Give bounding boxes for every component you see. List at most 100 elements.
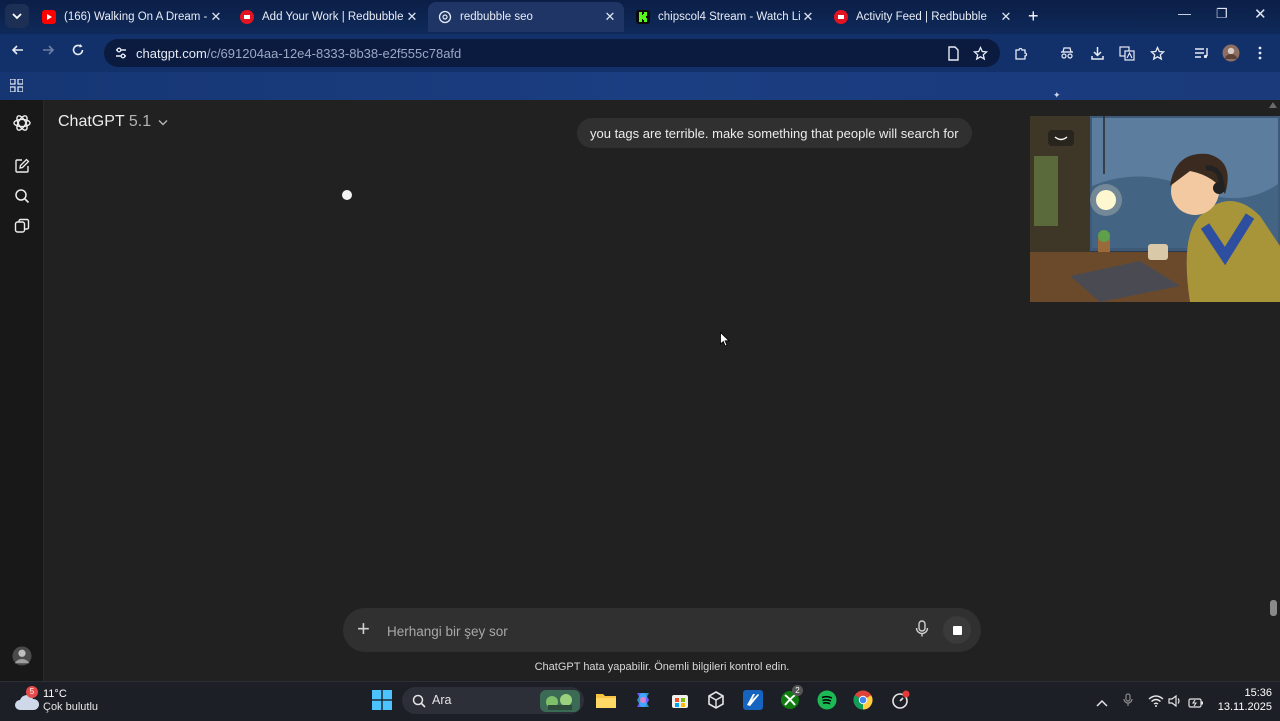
search-icon xyxy=(412,694,426,708)
library-icon[interactable] xyxy=(12,216,32,236)
redbubble-icon xyxy=(834,10,848,24)
disclaimer-text: ChatGPT hata yapabilir. Önemli bilgileri… xyxy=(534,661,790,673)
close-icon[interactable]: ✕ xyxy=(404,9,420,25)
stop-generating-button[interactable] xyxy=(943,616,971,644)
kick-icon xyxy=(636,10,650,24)
back-button[interactable] xyxy=(11,43,25,62)
tab-strip: (166) Walking On A Dream - Yo ✕ Add Your… xyxy=(0,0,1280,34)
search-icon[interactable] xyxy=(12,186,32,206)
tab-youtube[interactable]: (166) Walking On A Dream - Yo ✕ xyxy=(32,2,230,32)
search-label: Ara xyxy=(432,693,452,707)
kebab-menu-icon[interactable] xyxy=(1251,44,1269,62)
arrow-left-icon xyxy=(11,45,23,55)
openai-icon xyxy=(438,10,452,24)
tab-title: Activity Feed | Redbubble xyxy=(856,11,987,23)
close-icon[interactable]: ✕ xyxy=(602,9,618,25)
user-avatar[interactable] xyxy=(12,646,32,666)
xbox-badge: 2 xyxy=(792,685,803,696)
weather-condition: Çok bulutlu xyxy=(43,701,99,713)
system-clock[interactable]: 15:36 13.11.2025 xyxy=(1208,686,1272,714)
file-explorer-icon[interactable] xyxy=(594,688,618,712)
copilot-icon[interactable] xyxy=(631,688,655,712)
tab-kick-stream[interactable]: chipscol4 Stream - Watch Live c ✕ xyxy=(626,2,822,32)
response-loading-indicator xyxy=(342,190,352,200)
close-icon[interactable]: ✕ xyxy=(800,9,816,25)
url-path: /c/691204aa-12e4-8333-8b38-e2f555c78afd xyxy=(206,45,462,61)
chevron-down-icon xyxy=(12,13,22,20)
tab-redbubble-add-work[interactable]: Add Your Work | Redbubble ✕ xyxy=(230,2,426,32)
chevron-down-icon xyxy=(158,120,168,126)
microsoft-store-icon[interactable] xyxy=(668,688,692,712)
page-icon[interactable] xyxy=(944,44,962,62)
add-attachment-button[interactable]: + xyxy=(357,618,370,640)
clock-date: 13.11.2025 xyxy=(1217,701,1272,713)
volume-icon[interactable] xyxy=(1168,694,1182,712)
mouse-cursor-icon xyxy=(720,331,730,352)
tab-title: Add Your Work | Redbubble xyxy=(262,11,404,23)
model-switcher[interactable]: ChatGPT 5.1 xyxy=(58,113,168,131)
site-info-icon[interactable] xyxy=(114,46,128,60)
picture-in-picture-video[interactable] xyxy=(1030,116,1280,302)
weather-widget[interactable]: 5 11°C Çok bulutlu xyxy=(14,686,114,716)
microphone-tray-icon[interactable] xyxy=(1123,693,1133,712)
prompt-input[interactable] xyxy=(385,619,849,643)
scrollbar-thumb[interactable] xyxy=(1270,600,1277,616)
tab-redbubble-activity[interactable]: Activity Feed | Redbubble ✕ xyxy=(824,2,1020,32)
taskbar-search[interactable]: Ara xyxy=(402,687,584,714)
chrome-icon[interactable] xyxy=(851,688,875,712)
extensions-puzzle-icon[interactable] xyxy=(1012,44,1030,62)
editor-app-icon[interactable] xyxy=(741,688,765,712)
user-message-text: you tags are terrible. make something th… xyxy=(590,125,959,141)
url-text: chatgpt.com/c/691204aa-12e4-8333-8b38-e2… xyxy=(136,46,461,61)
translate-icon[interactable] xyxy=(1118,44,1136,62)
sparkle-icon: ✦ xyxy=(1053,90,1061,100)
reload-icon xyxy=(72,44,84,56)
user-message-bubble: you tags are terrible. make something th… xyxy=(577,118,972,148)
download-icon[interactable] xyxy=(1088,44,1106,62)
reload-button[interactable] xyxy=(71,43,85,62)
windows-start-icon[interactable] xyxy=(370,688,394,712)
minimize-button[interactable]: — xyxy=(1178,6,1191,21)
show-hidden-icons-chevron[interactable] xyxy=(1096,694,1108,712)
unity-hub-icon[interactable] xyxy=(704,688,728,712)
stop-icon xyxy=(952,625,962,635)
xbox-icon[interactable]: 2 xyxy=(778,685,803,712)
spotify-icon[interactable] xyxy=(815,688,839,712)
weather-alert-badge: 5 xyxy=(26,686,38,698)
close-window-button[interactable]: ✕ xyxy=(1254,5,1267,23)
tab-title: chipscol4 Stream - Watch Live c xyxy=(658,11,800,23)
profile-avatar[interactable] xyxy=(1222,44,1240,62)
microphone-icon[interactable] xyxy=(915,620,929,643)
search-highlight-icon xyxy=(540,690,580,712)
model-version: 5.1 xyxy=(128,113,152,130)
media-control-icon[interactable] xyxy=(1193,44,1211,62)
tab-title: redbubble seo xyxy=(460,11,533,23)
openai-logo-icon[interactable] xyxy=(12,113,32,133)
scroll-up-arrow[interactable] xyxy=(1269,102,1277,108)
model-name: ChatGPT xyxy=(58,113,125,130)
forward-button[interactable] xyxy=(41,43,55,62)
clock-time: 15:36 xyxy=(1244,687,1272,699)
close-icon[interactable]: ✕ xyxy=(998,9,1014,25)
redbubble-icon xyxy=(240,10,254,24)
restore-button[interactable]: ❐ xyxy=(1216,6,1228,22)
apps-grid-icon[interactable] xyxy=(9,78,24,97)
incognito-icon[interactable] xyxy=(1058,44,1076,62)
message-composer: + xyxy=(343,608,981,652)
url-host: chatgpt.com xyxy=(136,45,207,61)
battery-icon[interactable] xyxy=(1188,695,1204,713)
address-bar[interactable]: chatgpt.com/c/691204aa-12e4-8333-8b38-e2… xyxy=(104,39,1000,67)
tab-title: (166) Walking On A Dream - Yo xyxy=(64,11,208,23)
tab-chatgpt-active[interactable]: redbubble seo ✕ xyxy=(428,2,624,32)
recording-app-icon[interactable] xyxy=(888,688,912,712)
bookmark-star-icon[interactable] xyxy=(971,44,989,62)
arrow-right-icon xyxy=(43,45,55,55)
favorites-star-icon[interactable] xyxy=(1148,44,1166,62)
temperature: 11°C xyxy=(43,688,67,700)
youtube-icon xyxy=(42,10,56,24)
close-icon[interactable]: ✕ xyxy=(208,9,224,25)
new-chat-icon[interactable] xyxy=(12,156,32,176)
wifi-icon[interactable] xyxy=(1148,694,1164,712)
new-tab-button[interactable]: + xyxy=(1028,6,1039,27)
tab-search-button[interactable] xyxy=(5,4,29,28)
